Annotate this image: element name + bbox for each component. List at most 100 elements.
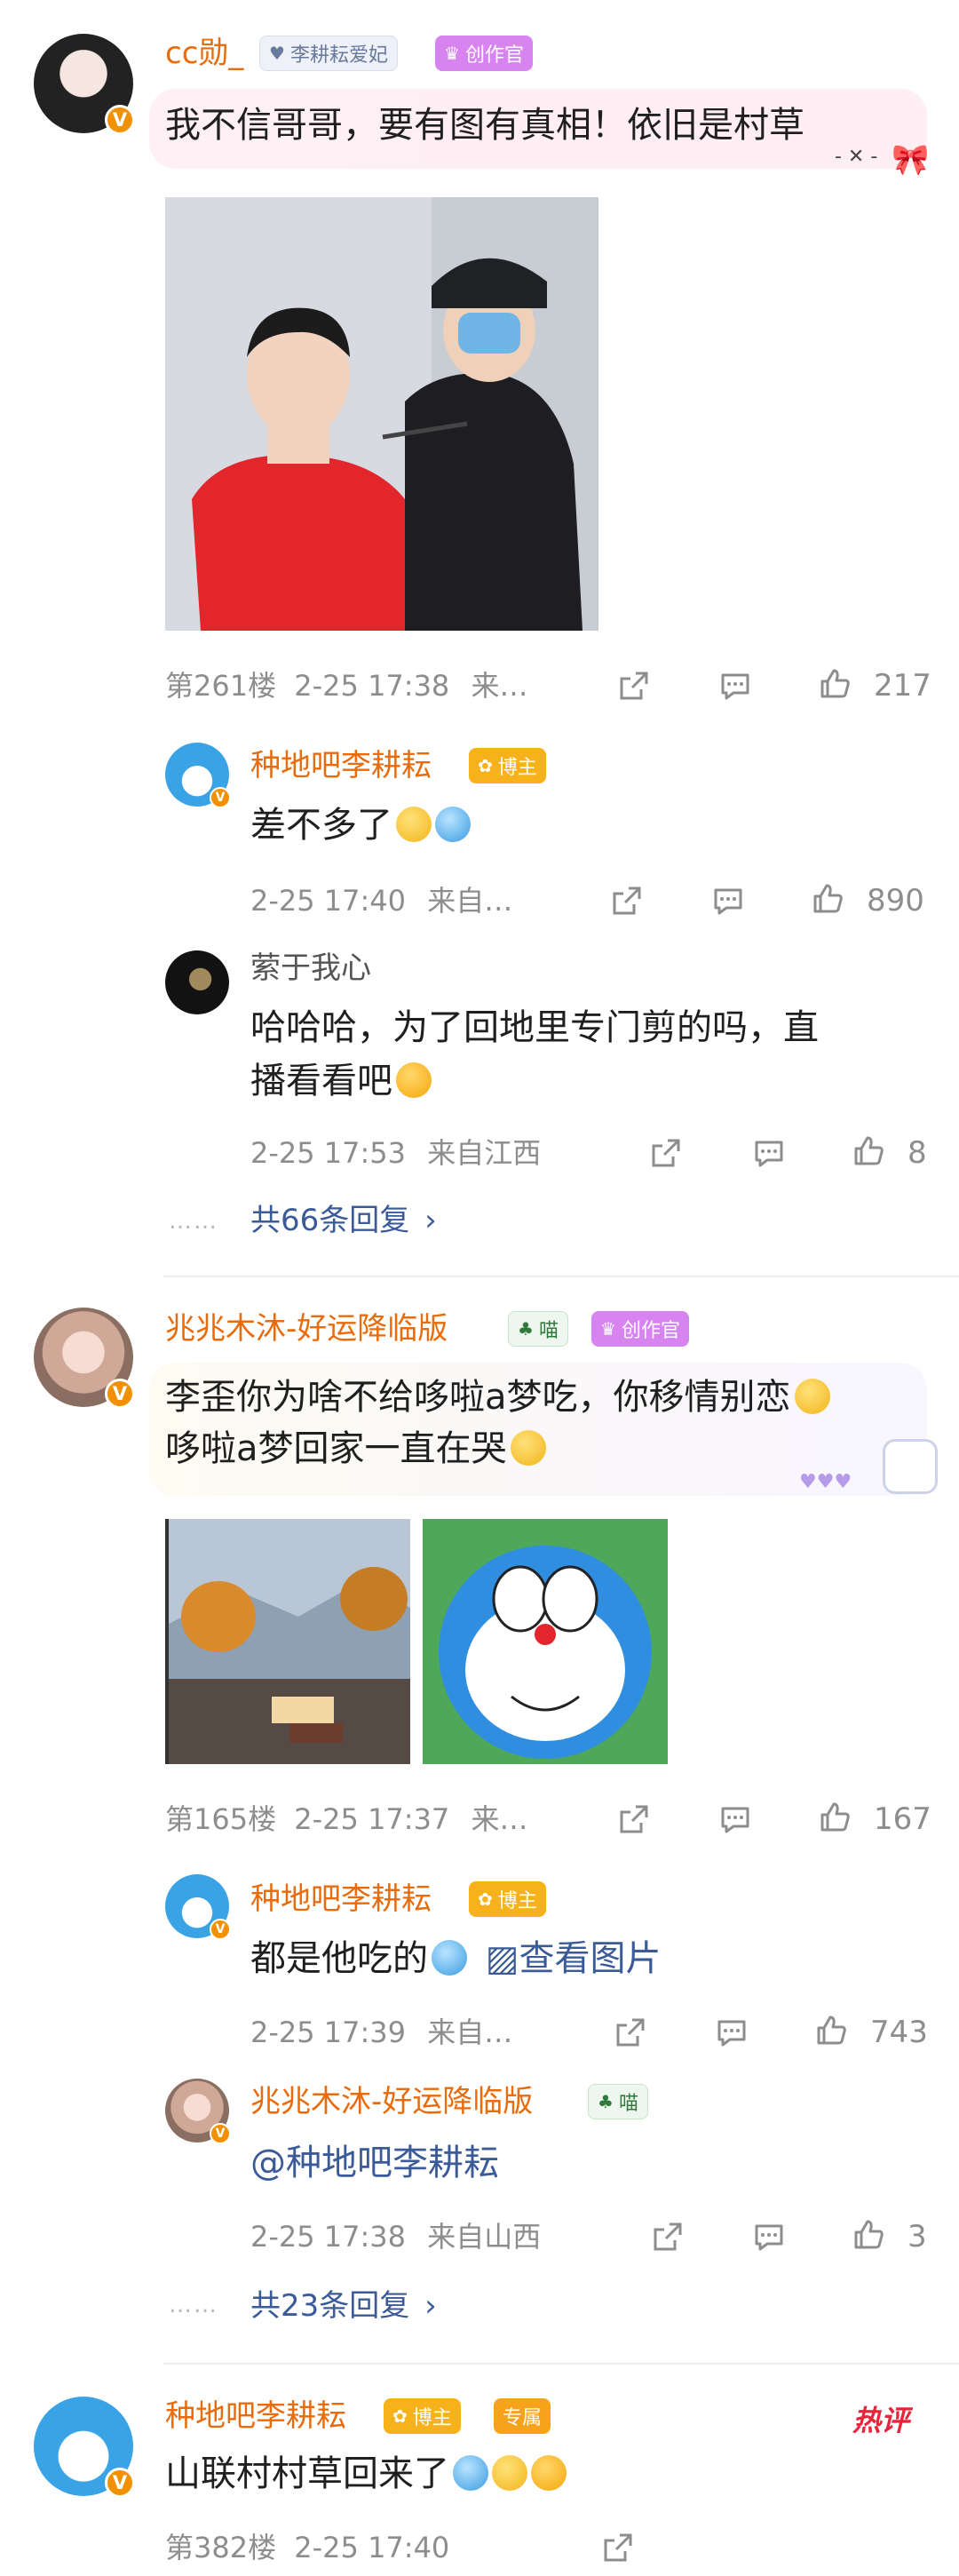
comment-icon[interactable] [751,1135,787,1171]
emoji-icon [510,1430,546,1466]
like-icon[interactable] [851,1133,886,1169]
exclusive-badge[interactable]: 专属 [494,2398,551,2434]
like-icon[interactable] [813,2013,849,2048]
avatar[interactable]: V [34,2397,135,2498]
share-icon[interactable] [616,668,652,704]
comment-text-line1: 李歪你为啥不给哆啦a梦吃，你移情别恋 [165,1377,791,1418]
emoji-icon [492,2455,527,2491]
emoji-icon [396,1062,432,1098]
hot-comment-badge: 热评 [852,2404,910,2437]
comment-username[interactable]: 种地吧李耕耘 [165,2397,346,2436]
reply-meta: 2-25 17:38 来自山西 [250,2217,541,2256]
mention-link[interactable]: @种地吧李耕耘 [250,2143,499,2183]
reply-avatar[interactable]: V [165,743,231,808]
fan-badge-label: 喵 [538,1320,559,1342]
more-replies-link[interactable]: 共66条回复 › [250,1201,437,1240]
view-image-link[interactable]: ▨查看图片 [486,1938,662,1979]
comment-icon[interactable] [710,883,746,918]
comment-username[interactable]: cc勋_ [165,34,243,73]
creator-badge[interactable]: ♛ 创作官 [435,36,533,71]
comment-divider [163,1276,959,1277]
comment-meta: 第382楼 2-25 17:40 [165,2528,449,2567]
reply-source: 来自… [427,884,513,918]
comment-icon[interactable] [717,1801,753,1837]
share-icon[interactable] [613,2015,648,2050]
comment-icon[interactable] [714,2015,749,2050]
avatar-image [165,950,229,1014]
reply-text-line1: 哈哈哈，为了回地里专门剪的吗，直 [250,1007,819,1048]
like-icon[interactable] [851,2217,886,2253]
author-badge[interactable]: ✿ 博主 [469,748,546,783]
reply-username[interactable]: 兆兆木沐-好运降临版 [250,2082,533,2121]
like-icon[interactable] [817,1800,852,1835]
reply-text: 差不多了 [250,799,471,851]
creator-badge[interactable]: ♛ 创作官 [591,1311,689,1347]
share-icon[interactable] [600,2530,636,2565]
comment-text: 李歪你为啥不给哆啦a梦吃，你移情别恋 [165,1371,830,1423]
comment-time: 2-25 17:40 [294,2531,450,2564]
reply-time: 2-25 17:53 [250,1136,407,1170]
bee-icon: ✿ [478,755,493,776]
reply-source: 来自… [427,2015,513,2049]
comment-icon[interactable] [717,668,753,704]
reply-username[interactable]: 萦于我心 [250,949,371,988]
comment-photo-doraemon[interactable] [423,1519,668,1764]
bee-icon: ✿ [392,2405,408,2427]
fan-badge-label: 李耕耘爱妃 [289,44,388,67]
like-count: 217 [874,668,931,704]
reply-avatar[interactable] [165,950,229,1014]
reply-text-line2: 播看看吧 [250,1061,392,1101]
more-replies-link[interactable]: 共23条回复 › [250,2286,437,2326]
heart-icon: ♥ [269,43,285,64]
verified-badge-icon: V [210,1919,231,1940]
reply-source: 来自山西 [427,2220,542,2254]
fan-badge[interactable]: ♥ 李耕耘爱妃 [259,36,398,71]
emoji-icon [432,1940,467,1976]
comment-photo-cafe[interactable] [165,1519,410,1764]
author-badge[interactable]: ✿ 博主 [384,2398,461,2434]
reply-username[interactable]: 种地吧李耕耘 [250,1880,432,1919]
fan-badge[interactable]: ♣ 喵 [588,2084,648,2119]
emoji-icon [794,1379,830,1414]
reply-meta: 2-25 17:40 来自… [250,881,512,920]
comment-meta: 第261楼 2-25 17:38 来… [165,666,527,705]
comment-username[interactable]: 兆兆木沐-好运降临版 [165,1309,448,1348]
author-badge-label: 博主 [497,1890,537,1912]
bow-decoration: - ✕ - [835,146,878,168]
reply-time: 2-25 17:38 [250,2220,407,2254]
comment-divider [163,2363,959,2365]
reply-source: 来自江西 [427,1136,542,1170]
comment-icon[interactable] [751,2219,787,2254]
like-icon[interactable] [817,666,852,702]
more-replies-label: 共23条回复 [250,2288,410,2324]
avatar[interactable]: V [34,34,135,135]
reply-text: 哈哈哈，为了回地里专门剪的吗，直 [250,1002,819,1053]
author-badge-label: 博主 [497,757,537,779]
comment-photo[interactable] [165,197,598,631]
like-icon[interactable] [810,881,845,917]
share-icon[interactable] [648,1135,684,1171]
reply-username[interactable]: 种地吧李耕耘 [250,746,432,785]
like-count: 3 [907,2219,927,2254]
avatar[interactable]: V [34,1308,135,1409]
verified-badge-icon: V [105,105,135,135]
emoji-icon [531,2455,567,2491]
share-icon[interactable] [650,2219,686,2254]
fan-badge[interactable]: ♣ 喵 [508,1311,568,1347]
comment-text-line2: 哆啦a梦回家一直在哭 [165,1428,507,1469]
reply-text-content: 差不多了 [250,805,392,846]
author-badge-label: 博主 [412,2407,452,2429]
reply-avatar[interactable]: V [165,1874,231,1940]
creator-badge-label: 创作官 [621,1320,680,1342]
share-icon[interactable] [616,1801,652,1837]
creator-badge-label: 创作官 [464,44,524,67]
comment-source: 来… [471,1802,528,1836]
verified-badge-icon: V [105,1379,135,1409]
image-icon: ▨ [485,1938,519,1979]
author-badge[interactable]: ✿ 博主 [469,1881,546,1917]
comment-text-content: 山联村村草回来了 [165,2453,449,2494]
share-icon[interactable] [609,883,645,918]
like-count: 743 [870,2015,928,2050]
bee-icon: ✿ [478,1888,493,1910]
reply-avatar[interactable]: V [165,2079,231,2144]
